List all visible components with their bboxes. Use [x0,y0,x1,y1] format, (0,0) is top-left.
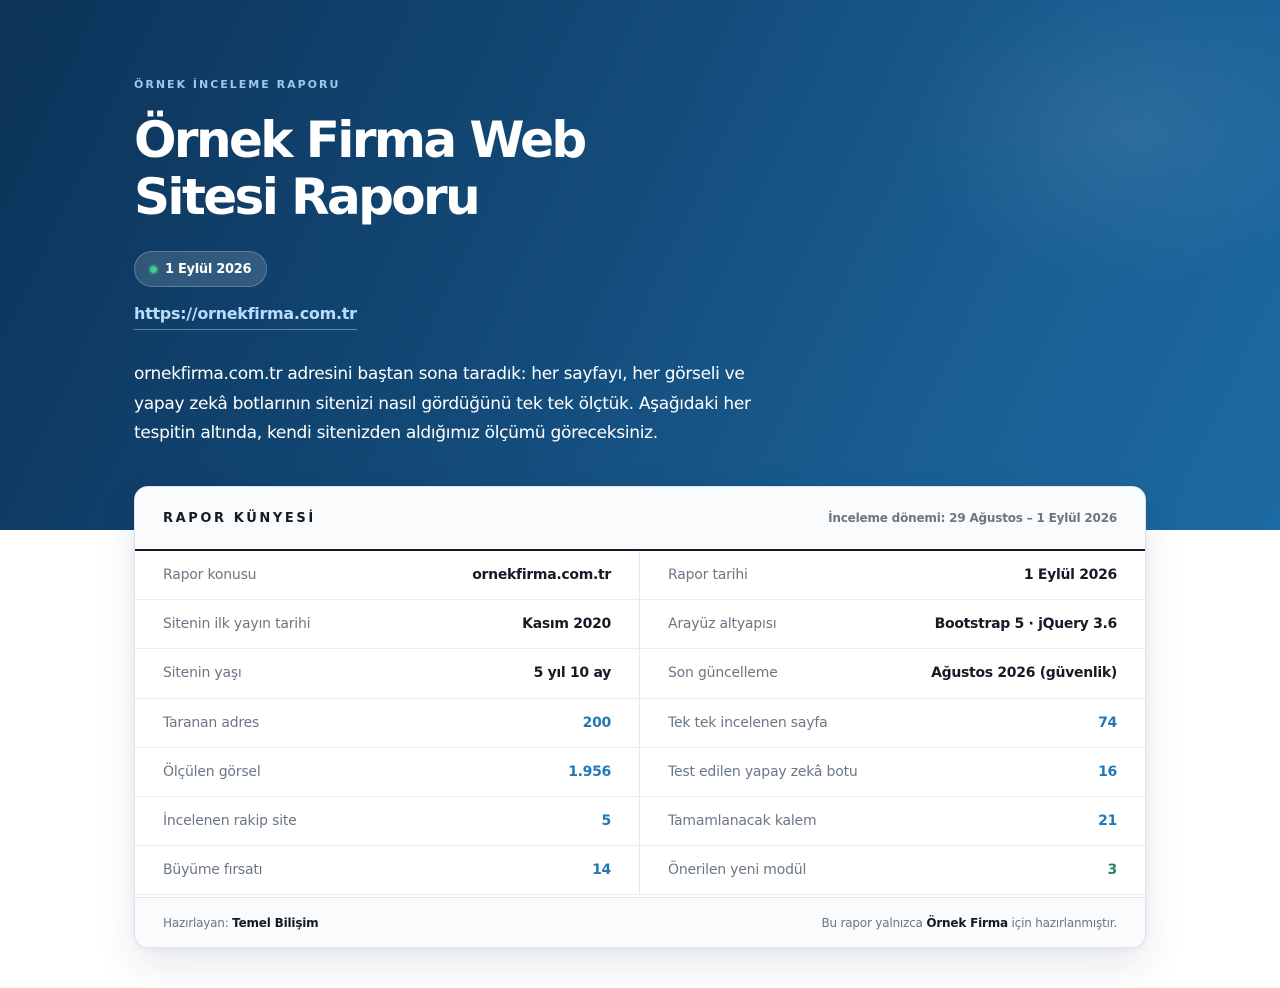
info-label: Rapor tarihi [668,567,748,584]
info-row: Taranan adres 200 [135,698,640,748]
info-row: Önerilen yeni modül 3 [640,846,1145,896]
info-value: 5 [601,813,612,830]
info-value: 1.956 [568,763,611,780]
confidentiality-note: Bu rapor yalnızca Örnek Firma için hazır… [821,916,1117,930]
site-url-link[interactable]: https://ornekfirma.com.tr [134,304,357,330]
info-label: Son güncelleme [668,665,778,682]
info-value: 3 [1107,862,1118,879]
info-label: Tamamlanacak kalem [668,813,817,830]
info-value: 200 [582,714,612,731]
info-label: Sitenin yaşı [163,665,242,682]
eyebrow-label: ÖRNEK İNCELEME RAPORU [134,78,341,91]
info-row: Sitenin ilk yayın tarihi Kasım 2020 [135,600,640,650]
date-badge-label: 1 Eylül 2026 [165,261,252,277]
prepared-by: Hazırlayan: Temel Bilişim [163,915,319,930]
note-suffix: için hazırlanmıştır. [1011,915,1118,930]
card-footer: Hazırlayan: Temel Bilişim Bu rapor yalnı… [135,897,1145,947]
note-prefix: Bu rapor yalnızca [821,915,923,930]
page-title: Örnek Firma Web Sitesi Raporu [134,111,587,226]
info-row: Test edilen yapay zekâ botu 16 [640,748,1145,797]
info-label: Taranan adres [163,714,260,731]
prepared-by-prefix: Hazırlayan: [163,915,229,930]
info-label: Sitenin ilk yayın tarihi [163,616,311,633]
info-value: 5 yıl 10 ay [533,665,612,682]
info-value: 1 Eylül 2026 [1023,567,1117,584]
info-value: Bootstrap 5 · jQuery 3.6 [934,616,1118,633]
info-label: Rapor konusu [163,567,257,584]
note-company: Örnek Firma [926,915,1008,930]
hero-banner: ÖRNEK İNCELEME RAPORU Örnek Firma Web Si… [0,0,1280,530]
info-row: Tek tek incelenen sayfa 74 [640,699,1145,748]
info-label: Büyüme fırsatı [163,862,263,879]
info-row: Rapor tarihi 1 Eylül 2026 [640,551,1145,601]
info-value: Ağustos 2026 (güvenlik) [931,665,1117,682]
info-value: 21 [1098,813,1117,830]
card-title: RAPOR KÜNYESİ [163,510,316,526]
info-value: 74 [1098,714,1117,731]
info-row: Son güncelleme Ağustos 2026 (güvenlik) [640,649,1145,699]
review-period: İnceleme dönemi: 29 Ağustos – 1 Eylül 20… [828,511,1117,525]
info-row: İncelenen rakip site 5 [135,796,640,847]
info-grid: Rapor konusu ornekfirma.com.tr Rapor tari… [135,551,1145,896]
info-row: Rapor konusu ornekfirma.com.tr [135,551,640,601]
info-row: Büyüme fırsatı 14 [135,846,640,896]
info-label: Arayüz altyapısı [668,616,777,633]
date-badge: 1 Eylül 2026 [134,251,268,287]
info-label: Önerilen yeni modül [668,862,807,879]
prepared-by-name: Temel Bilişim [232,915,319,930]
info-row: Ölçülen görsel 1.956 [135,747,640,797]
card-header: RAPOR KÜNYESİ İnceleme dönemi: 29 Ağusto… [135,487,1145,551]
info-value: ornekfirma.com.tr [472,567,611,584]
info-label: İncelenen rakip site [163,813,297,830]
report-info-card: RAPOR KÜNYESİ İnceleme dönemi: 29 Ağusto… [134,486,1146,948]
info-row: Sitenin yaşı 5 yıl 10 ay [135,649,640,699]
info-value: Kasım 2020 [522,616,611,633]
info-value: 16 [1098,763,1117,780]
info-row: Arayüz altyapısı Bootstrap 5 · jQuery 3.6 [640,600,1145,650]
info-label: Tek tek incelenen sayfa [668,714,828,731]
info-row: Tamamlanacak kalem 21 [640,797,1145,847]
status-dot-icon [150,265,157,273]
info-label: Test edilen yapay zekâ botu [668,763,858,780]
info-label: Ölçülen görsel [163,763,261,780]
intro-paragraph: ornekfirma.com.tr adresini baştan sona t… [134,364,751,443]
info-value: 14 [592,862,611,879]
